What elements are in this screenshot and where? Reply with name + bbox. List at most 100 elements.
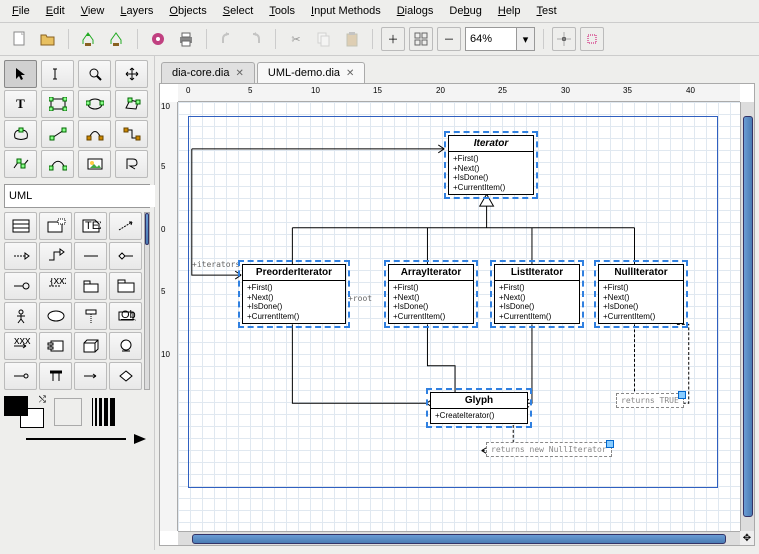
shape-aggregation[interactable] (109, 242, 142, 270)
menu-select[interactable]: Select (215, 2, 262, 20)
redo-button[interactable] (243, 27, 267, 51)
zoom-fit-button[interactable] (409, 27, 433, 51)
tool-polyline[interactable] (4, 150, 37, 178)
tool-text[interactable]: T (4, 90, 37, 118)
horizontal-scrollbar[interactable] (178, 531, 740, 545)
swap-colors-icon[interactable]: ⤭ (39, 394, 46, 405)
class-glyph[interactable]: Glyph +CreateIterator() (430, 392, 528, 424)
tool-ellipse[interactable] (78, 90, 111, 118)
shape-object[interactable]: Obj (109, 302, 142, 330)
shapeset-combo[interactable]: ▾ (4, 184, 150, 208)
tab-dia-core[interactable]: dia-core.dia✕ (161, 62, 255, 83)
tool-zigzag[interactable] (115, 120, 148, 148)
close-icon[interactable]: ✕ (235, 68, 243, 79)
pattern-swatch[interactable] (54, 398, 82, 426)
tool-text-edit[interactable] (41, 60, 74, 88)
tool-scroll[interactable] (115, 60, 148, 88)
shape-fork[interactable] (39, 362, 72, 390)
shape-template[interactable] (39, 212, 72, 240)
menu-dialogs[interactable]: Dialogs (389, 2, 442, 20)
tool-line[interactable] (41, 120, 74, 148)
nav-corner[interactable]: ✥ (740, 531, 754, 545)
tab-uml-demo[interactable]: UML-demo.dia✕ (257, 62, 366, 83)
tool-image[interactable] (78, 150, 111, 178)
new-button[interactable] (8, 27, 32, 51)
shape-classicon[interactable] (109, 332, 142, 360)
menu-layers[interactable]: Layers (112, 2, 161, 20)
shape-actor[interactable] (4, 302, 37, 330)
shape-smallpackage[interactable] (74, 272, 107, 300)
cut-button[interactable]: ✂ (284, 27, 308, 51)
tool-polygon[interactable] (115, 90, 148, 118)
menu-input-methods[interactable]: Input Methods (303, 2, 389, 20)
vertical-scrollbar[interactable] (740, 102, 754, 531)
tool-magnify[interactable] (78, 60, 111, 88)
save-as-button[interactable] (105, 27, 129, 51)
class-null-iterator[interactable]: NullIterator +First()+Next()+IsDone()+Cu… (598, 264, 684, 324)
menu-debug[interactable]: Debug (441, 2, 489, 20)
shapeset-input[interactable] (5, 185, 155, 207)
copy-button[interactable] (312, 27, 336, 51)
shape-note[interactable]: TEXT (74, 212, 107, 240)
shape-component[interactable] (39, 332, 72, 360)
menu-file[interactable]: File (4, 2, 38, 20)
shape-message[interactable]: xxx (4, 332, 37, 360)
save-button[interactable] (77, 27, 101, 51)
shape-state[interactable] (4, 362, 37, 390)
export-button[interactable] (146, 27, 170, 51)
zoom-dropdown-icon[interactable]: ▾ (516, 28, 534, 50)
tool-pointer[interactable] (4, 60, 37, 88)
line-style-selector[interactable] (4, 434, 150, 444)
snap-object-button[interactable] (580, 27, 604, 51)
shape-class[interactable] (4, 212, 37, 240)
class-list-iterator[interactable]: ListIterator +First()+Next()+IsDone()+Cu… (494, 264, 580, 324)
shape-association[interactable] (74, 242, 107, 270)
menu-tools[interactable]: Tools (261, 2, 303, 20)
shape-constraint[interactable]: {xxx} (39, 272, 72, 300)
close-icon[interactable]: ✕ (346, 68, 354, 79)
tool-beziergon[interactable] (4, 120, 37, 148)
fg-color[interactable] (4, 396, 28, 416)
menu-help[interactable]: Help (490, 2, 529, 20)
class-preorder-iterator[interactable]: PreorderIterator +First()+Next()+IsDone(… (242, 264, 346, 324)
tool-box[interactable] (41, 90, 74, 118)
shape-largepackage[interactable] (109, 272, 142, 300)
zoom-out-button[interactable]: － (437, 27, 461, 51)
shape-node[interactable] (74, 332, 107, 360)
color-swatch[interactable]: ⤭ (4, 396, 44, 428)
note-returns-null[interactable]: returns new NullIterator (486, 442, 612, 457)
zoom-combo[interactable]: ▾ (465, 27, 535, 51)
open-button[interactable] (36, 27, 60, 51)
shape-generalization[interactable] (39, 242, 72, 270)
shape-usecase[interactable] (39, 302, 72, 330)
paste-button[interactable] (340, 27, 364, 51)
tool-bezier[interactable] (41, 150, 74, 178)
tool-outline[interactable] (115, 150, 148, 178)
menu-test[interactable]: Test (529, 2, 565, 20)
shape-lifeline[interactable] (74, 302, 107, 330)
shape-transition[interactable] (74, 362, 107, 390)
shape-scrollbar[interactable] (144, 212, 150, 390)
shape-realizes[interactable] (4, 242, 37, 270)
ruler-horizontal: 0 5 10 15 20 25 30 35 40 (178, 84, 740, 102)
class-iterator[interactable]: Iterator +First()+Next()+IsDone()+Curren… (448, 135, 534, 195)
main-toolbar: ✂ ＋ － ▾ (0, 23, 759, 56)
zoom-in-button[interactable]: ＋ (381, 27, 405, 51)
snap-grid-button[interactable] (552, 27, 576, 51)
print-button[interactable] (174, 27, 198, 51)
diagram-canvas[interactable]: +iterators +root Iterator +First()+Next(… (178, 102, 740, 531)
menu-objects[interactable]: Objects (161, 2, 214, 20)
line-width-swatch[interactable] (92, 398, 115, 426)
menu-view[interactable]: View (73, 2, 113, 20)
menu-edit[interactable]: Edit (38, 2, 73, 20)
zoom-input[interactable] (466, 28, 516, 50)
undo-button[interactable] (215, 27, 239, 51)
shape-branch[interactable] (109, 362, 142, 390)
arrow-end-icon[interactable] (134, 434, 146, 444)
tool-arc[interactable] (78, 120, 111, 148)
ruler-vertical: 10 5 0 5 10 (160, 102, 178, 531)
shape-dependency[interactable] (109, 212, 142, 240)
class-array-iterator[interactable]: ArrayIterator +First()+Next()+IsDone()+C… (388, 264, 474, 324)
shape-implements[interactable] (4, 272, 37, 300)
note-returns-true[interactable]: returns TRUE (616, 393, 684, 408)
